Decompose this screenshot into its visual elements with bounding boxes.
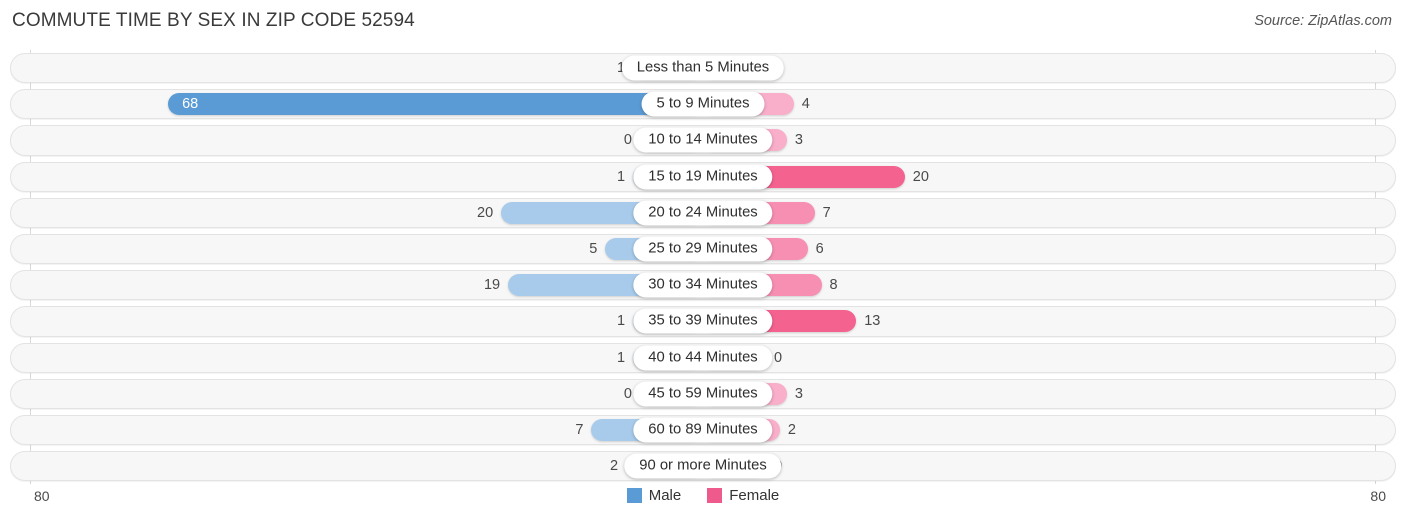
category-label: 15 to 19 Minutes bbox=[633, 164, 773, 190]
source-attribution: Source: ZipAtlas.com bbox=[1254, 13, 1392, 29]
value-label-male: 19 bbox=[483, 277, 501, 294]
legend-swatch-male-icon bbox=[626, 488, 642, 503]
value-label-female: 3 bbox=[794, 132, 803, 149]
chart-row: 1 0 40 to 44 Minutes bbox=[0, 340, 1406, 376]
chart-row: 1 20 15 to 19 Minutes bbox=[0, 159, 1406, 195]
chart-row: 0 3 45 to 59 Minutes bbox=[0, 376, 1406, 412]
chart-legend: Male Female bbox=[0, 487, 1406, 504]
value-label-female: 8 bbox=[829, 277, 838, 294]
value-label-female: 20 bbox=[912, 168, 929, 185]
chart-row: 0 3 10 to 14 Minutes bbox=[0, 122, 1406, 158]
value-label-female: 13 bbox=[864, 313, 881, 330]
legend-item-male[interactable]: Male bbox=[626, 487, 682, 504]
commute-time-chart: COMMUTE TIME BY SEX IN ZIP CODE 52594 So… bbox=[0, 0, 1406, 523]
chart-title: COMMUTE TIME BY SEX IN ZIP CODE 52594 bbox=[12, 10, 415, 31]
bar-male[interactable] bbox=[168, 93, 703, 116]
category-label: 5 to 9 Minutes bbox=[641, 91, 765, 117]
value-label-male: 2 bbox=[610, 458, 619, 475]
legend-item-female[interactable]: Female bbox=[707, 487, 779, 504]
value-label-male: 0 bbox=[623, 385, 632, 402]
value-label-male: 68 bbox=[182, 96, 199, 113]
category-label: 40 to 44 Minutes bbox=[633, 345, 773, 371]
value-label-male: 5 bbox=[589, 241, 598, 258]
chart-row: 20 7 20 to 24 Minutes bbox=[0, 195, 1406, 231]
plot-area: 10Less than 5 Minutes6845 to 9 Minutes03… bbox=[0, 50, 1406, 484]
chart-row: 10Less than 5 Minutes bbox=[0, 50, 1406, 86]
category-label: 10 to 14 Minutes bbox=[633, 127, 773, 153]
category-label: Less than 5 Minutes bbox=[621, 55, 785, 81]
chart-row: 68 4 5 to 9 Minutes bbox=[0, 86, 1406, 122]
value-label-male: 1 bbox=[616, 313, 626, 330]
legend-swatch-female-icon bbox=[707, 488, 723, 503]
category-label: 20 to 24 Minutes bbox=[633, 200, 773, 226]
value-label-male: 1 bbox=[616, 168, 626, 185]
value-label-male: 20 bbox=[477, 204, 494, 221]
value-label-female: 7 bbox=[822, 204, 831, 221]
category-label: 25 to 29 Minutes bbox=[633, 236, 773, 262]
value-label-female: 0 bbox=[774, 349, 783, 366]
category-label: 30 to 34 Minutes bbox=[633, 272, 773, 298]
category-label: 35 to 39 Minutes bbox=[633, 308, 773, 334]
chart-row: 2090 or more Minutes bbox=[0, 448, 1406, 484]
category-label: 90 or more Minutes bbox=[624, 453, 782, 479]
category-label: 60 to 89 Minutes bbox=[633, 417, 773, 443]
value-label-male: 1 bbox=[616, 349, 626, 366]
legend-label-female: Female bbox=[729, 487, 780, 504]
value-label-female: 3 bbox=[794, 385, 803, 402]
value-label-female: 2 bbox=[787, 421, 796, 438]
value-label-female: 6 bbox=[815, 241, 824, 258]
category-label: 45 to 59 Minutes bbox=[633, 381, 773, 407]
chart-row: 5 6 25 to 29 Minutes bbox=[0, 231, 1406, 267]
value-label-female: 4 bbox=[801, 96, 810, 113]
chart-row: 7 2 60 to 89 Minutes bbox=[0, 412, 1406, 448]
chart-row: 1 13 35 to 39 Minutes bbox=[0, 303, 1406, 339]
value-label-male: 0 bbox=[623, 132, 632, 149]
legend-label-male: Male bbox=[648, 487, 682, 504]
value-label-male: 7 bbox=[575, 421, 584, 438]
chart-row: 19 8 30 to 34 Minutes bbox=[0, 267, 1406, 303]
